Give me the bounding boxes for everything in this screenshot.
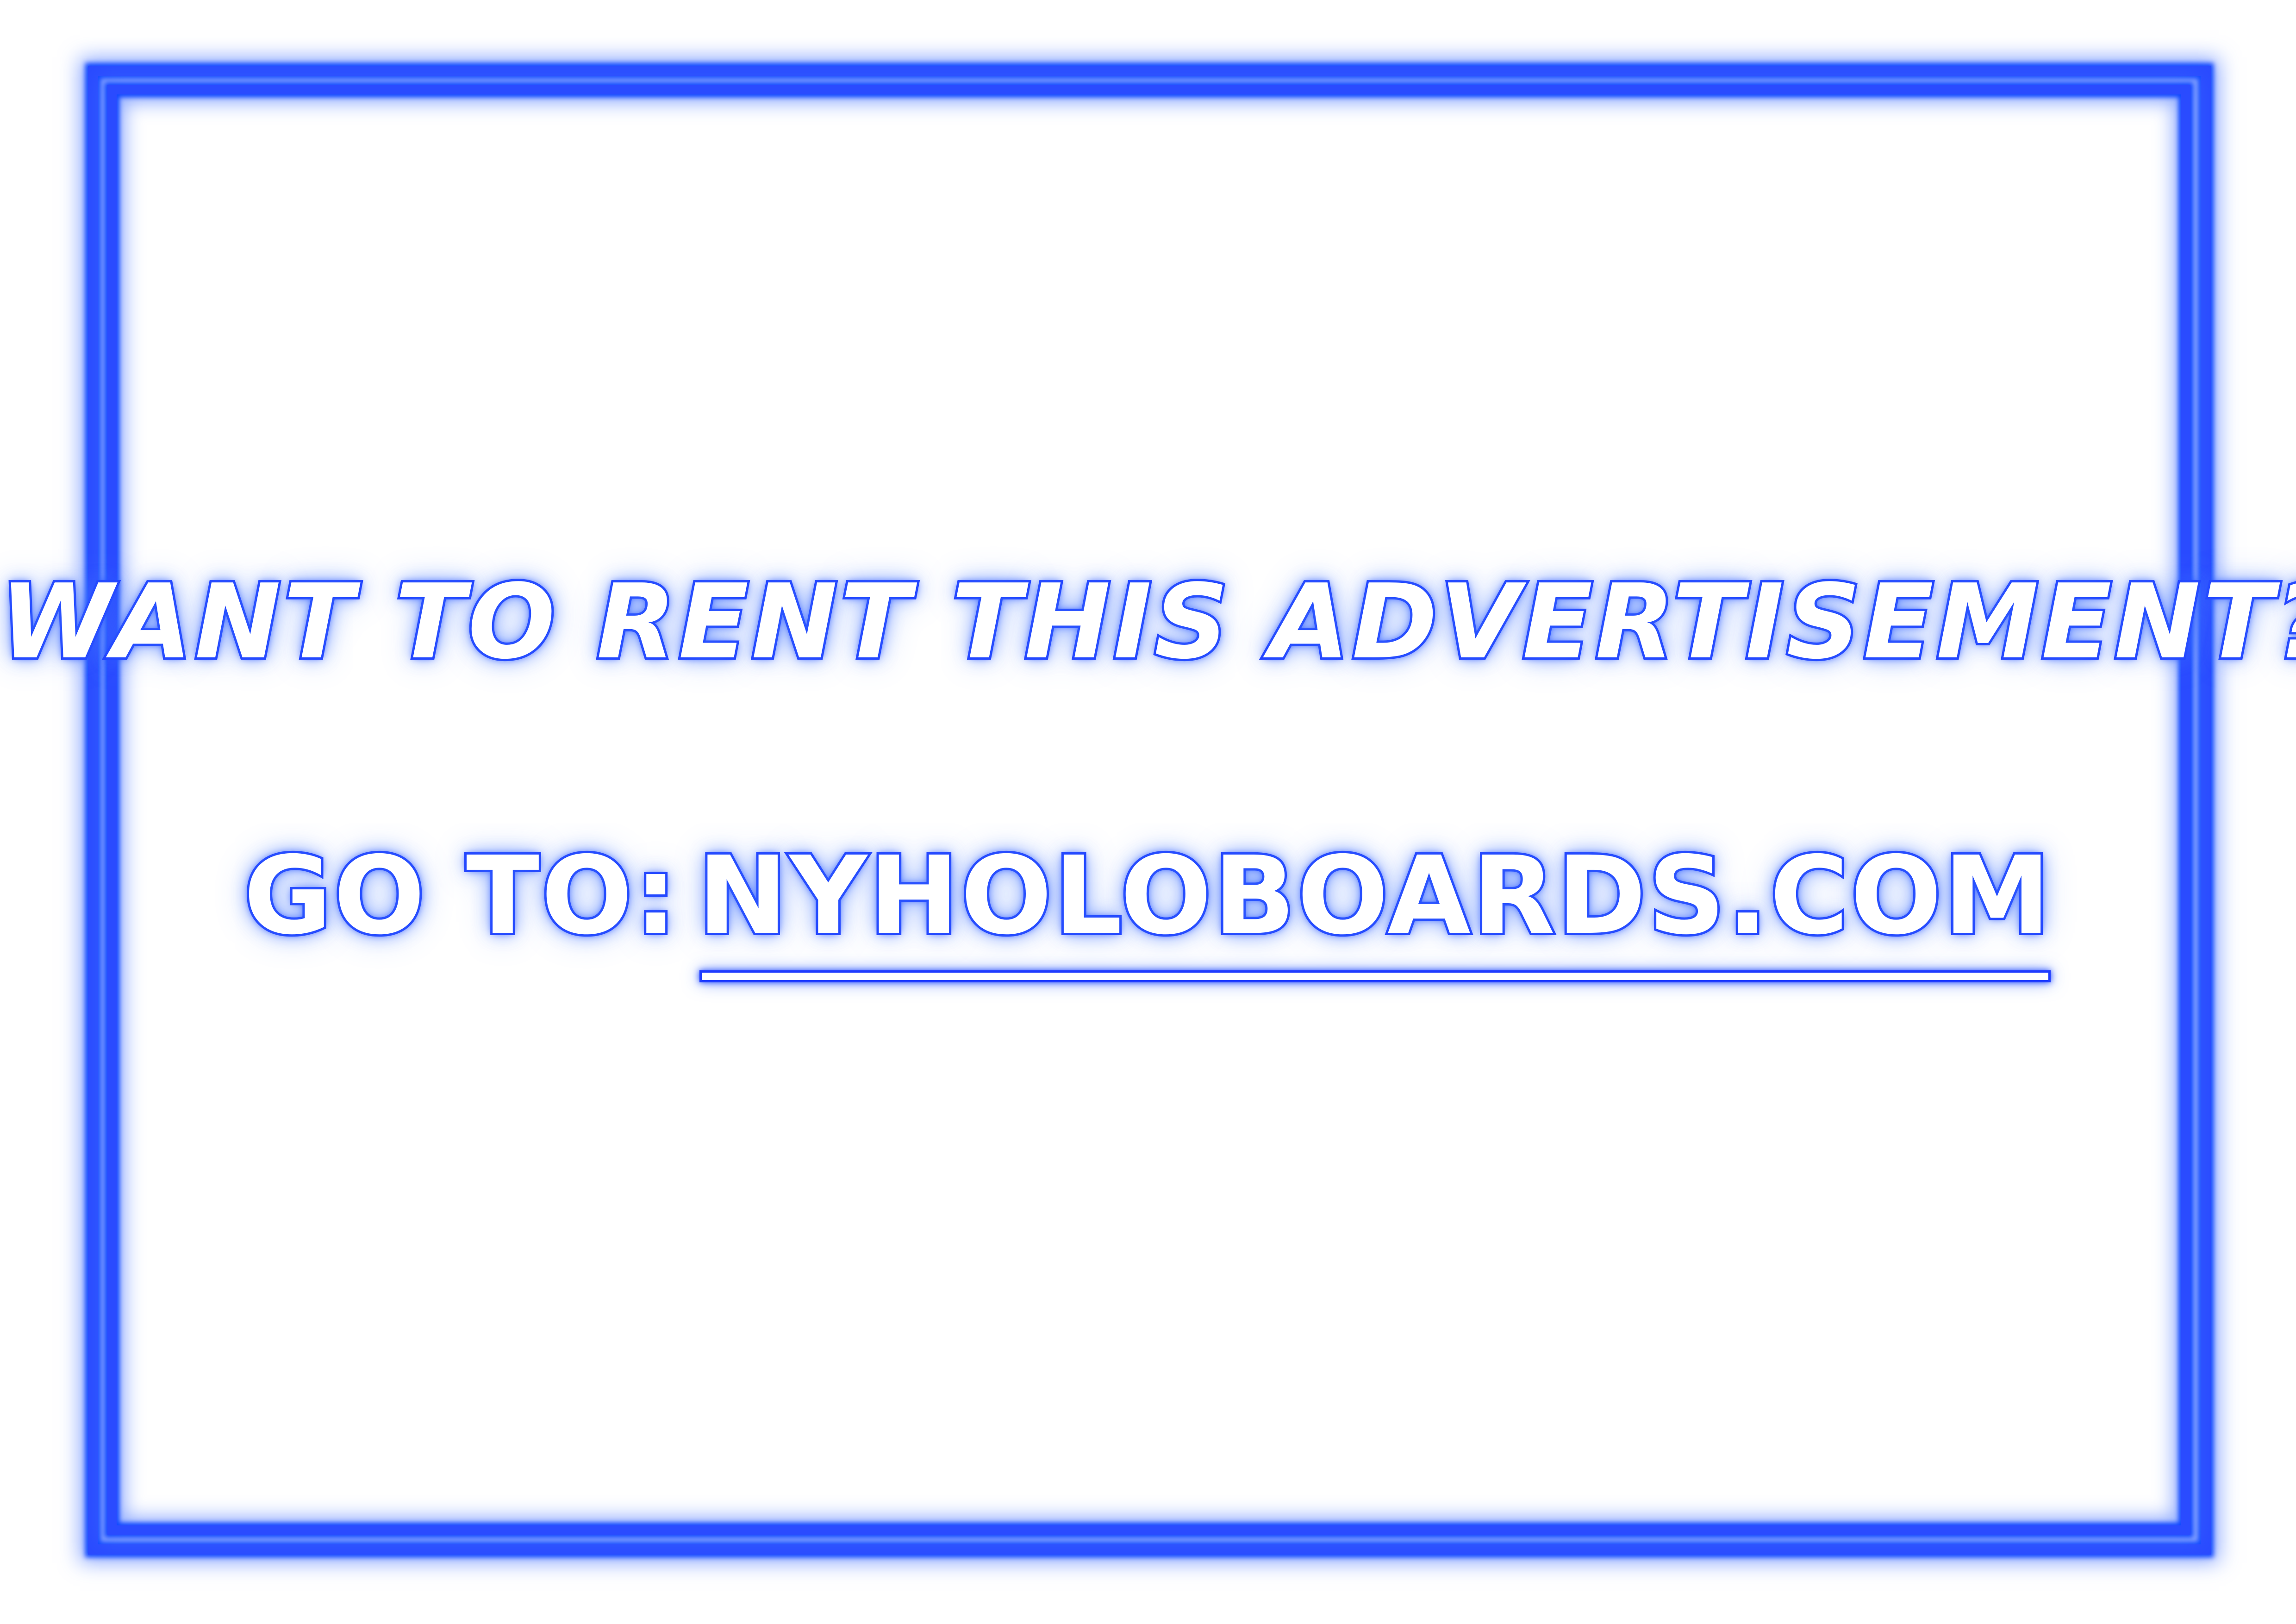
website-link[interactable]: NYHOLOBOARDS.COM bbox=[695, 831, 2053, 982]
cta-prefix: GO TO: bbox=[241, 831, 680, 961]
inner-neon-frame bbox=[107, 85, 2190, 1535]
ad-headline: WANT TO RENT THIS ADVERTISEMENT? bbox=[0, 560, 2296, 684]
cta-line: GO TO: NYHOLOBOARDS.COM bbox=[0, 831, 2296, 982]
website-link-label: NYHOLOBOARDS.COM bbox=[695, 831, 2053, 961]
